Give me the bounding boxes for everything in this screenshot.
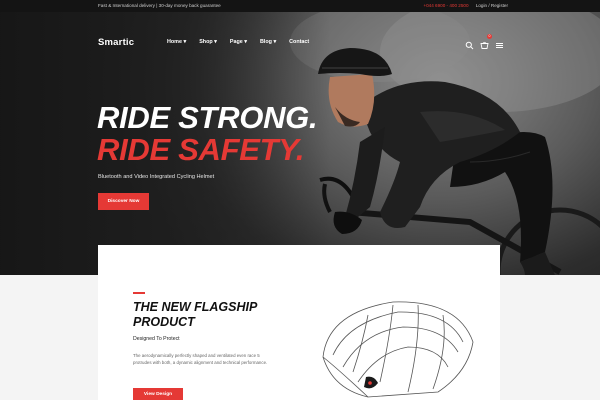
main-navigation: Home ▾ Shop ▾ Page ▾ Blog ▾ Contact	[167, 39, 309, 45]
header-actions: 0	[465, 34, 504, 50]
phone-number[interactable]: +044 6900 - 400 2500	[423, 3, 468, 8]
product-title-line2: PRODUCT	[133, 315, 195, 329]
menu-icon[interactable]	[495, 37, 504, 48]
product-title: THE NEW FLAGSHIP PRODUCT	[133, 300, 283, 330]
title-accent-bar	[133, 292, 145, 294]
delivery-notice: Fast & International delivery | 30-day m…	[98, 3, 221, 8]
hero-headline-line1: RIDE STRONG.	[97, 100, 318, 135]
hero-subtitle: Bluetooth and Video Integrated Cycling H…	[98, 174, 215, 180]
product-subtitle: Designed To Protect	[133, 336, 180, 342]
site-logo[interactable]: Smartic	[98, 37, 134, 48]
search-icon[interactable]	[465, 37, 474, 50]
cart-icon[interactable]: 0	[480, 34, 492, 49]
nav-item-page[interactable]: Page ▾	[230, 39, 247, 45]
product-title-line1: THE NEW FLAGSHIP	[133, 300, 258, 314]
cart-count-badge: 0	[487, 34, 492, 39]
page: Fast & International delivery | 30-day m…	[0, 0, 600, 400]
nav-item-home[interactable]: Home ▾	[167, 39, 186, 45]
product-description: The aerodynamically perfectly shaped and…	[133, 353, 268, 365]
helmet-line-illustration	[322, 301, 474, 398]
view-design-button[interactable]: View Design	[133, 388, 183, 400]
nav-item-blog[interactable]: Blog ▾	[260, 39, 276, 45]
discover-now-button[interactable]: Discover Now	[98, 193, 149, 210]
flagship-product-card: THE NEW FLAGSHIP PRODUCT Designed To Pro…	[98, 245, 500, 400]
top-info-bar: Fast & International delivery | 30-day m…	[0, 0, 600, 12]
hero-section: Smartic Home ▾ Shop ▾ Page ▾ Blog ▾ Cont…	[0, 12, 600, 275]
login-register-link[interactable]: Login / Register	[476, 3, 508, 8]
nav-item-contact[interactable]: Contact	[289, 39, 309, 45]
nav-item-shop[interactable]: Shop ▾	[199, 39, 217, 45]
hero-headline-line2: RIDE SAFETY.	[97, 132, 305, 167]
top-right-links: +044 6900 - 400 2500 Login / Register	[423, 3, 508, 8]
